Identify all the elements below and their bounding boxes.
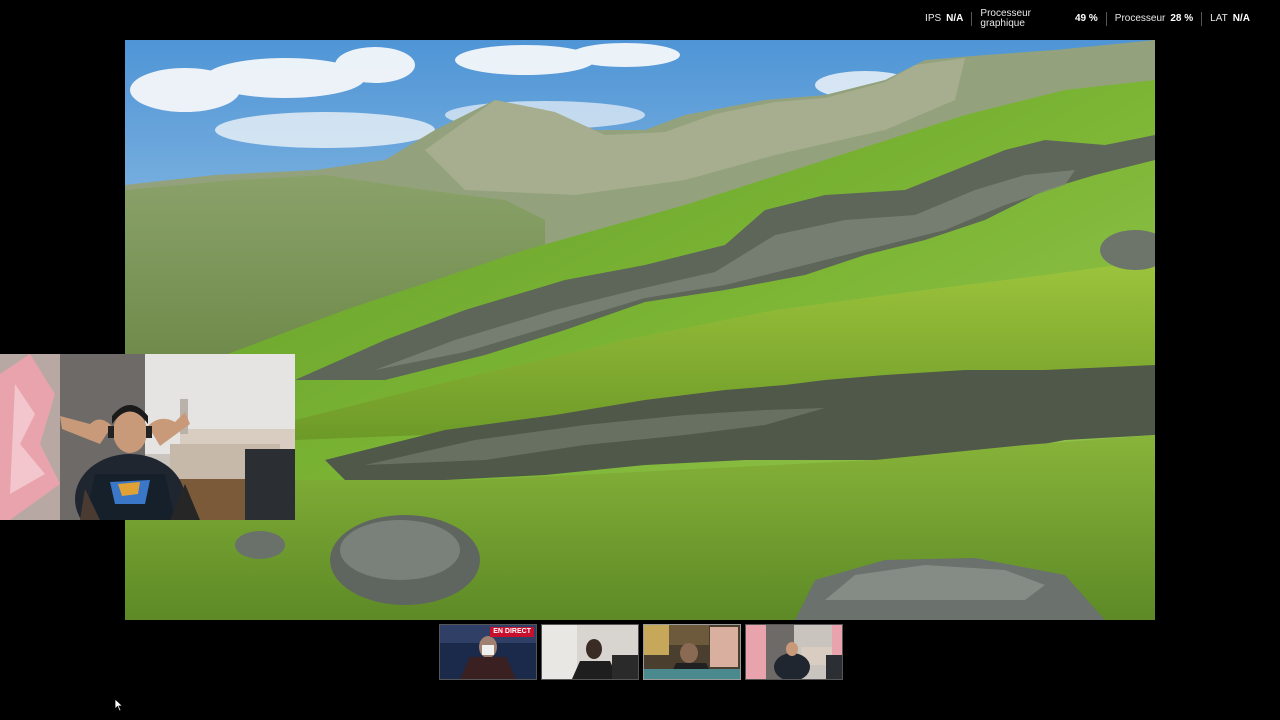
live-badge: EN DIRECT <box>490 627 534 637</box>
gpu-label-line2: graphique <box>980 18 1025 29</box>
latency-stat: LAT N/A <box>1202 14 1258 24</box>
cpu-value: 28 % <box>1170 13 1194 24</box>
thumbnail-2-preview <box>542 625 638 679</box>
gpu-stat: Processeur graphique 49 % <box>972 9 1105 29</box>
thumbnail-1[interactable]: EN DIRECT <box>439 624 537 680</box>
webcam-overlay[interactable] <box>0 354 295 520</box>
thumbnail-3[interactable] <box>643 624 741 680</box>
ips-stat: IPS N/A <box>917 14 971 24</box>
latency-label: LAT <box>1210 13 1228 24</box>
cpu-stat: Processeur 28 % <box>1107 14 1201 24</box>
gpu-label: Processeur graphique <box>980 9 1031 29</box>
latency-value: N/A <box>1232 13 1250 24</box>
stream-viewer: IPS N/A Processeur graphique 49 % Proces… <box>0 0 1280 720</box>
thumbnail-4[interactable] <box>745 624 843 680</box>
mouse-cursor-icon <box>114 698 124 717</box>
stream-thumbnail-strip: EN DIRECT <box>439 624 843 680</box>
mountain-landscape-scene <box>125 40 1155 620</box>
thumbnail-3-preview <box>644 625 740 679</box>
ips-value: N/A <box>946 13 964 24</box>
performance-overlay: IPS N/A Processeur graphique 49 % Proces… <box>917 9 1258 29</box>
thumbnail-4-preview <box>746 625 842 679</box>
thumbnail-2[interactable] <box>541 624 639 680</box>
streamer-webcam-feed <box>0 354 295 520</box>
ips-label: IPS <box>925 13 942 24</box>
gpu-value: 49 % <box>1074 13 1098 24</box>
cpu-label: Processeur <box>1114 13 1166 24</box>
game-viewport[interactable] <box>125 40 1155 620</box>
